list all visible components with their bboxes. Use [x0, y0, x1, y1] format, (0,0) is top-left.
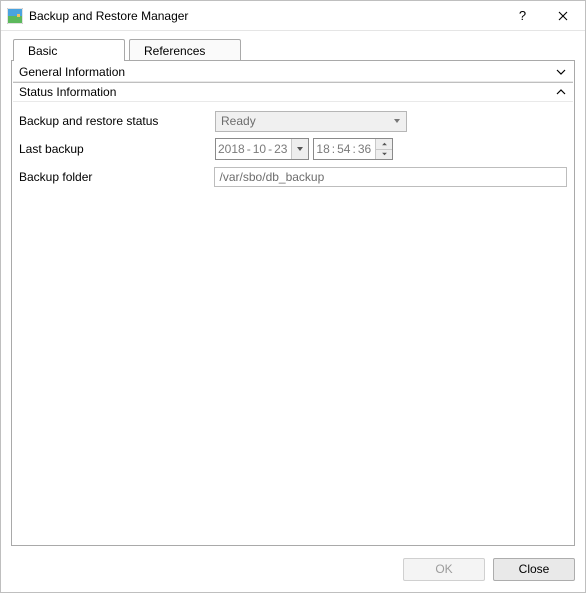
- dialog-window: Backup and Restore Manager ? Basic Refer…: [0, 0, 586, 593]
- spin-down-button[interactable]: [376, 149, 392, 160]
- window-title: Backup and Restore Manager: [29, 9, 505, 23]
- chevron-up-icon: [555, 86, 567, 98]
- close-icon: [558, 11, 568, 21]
- spin-up-button[interactable]: [376, 139, 392, 149]
- tab-basic[interactable]: Basic: [13, 39, 125, 61]
- caret-down-icon: [296, 145, 304, 153]
- time-spinner[interactable]: [375, 139, 392, 159]
- date-year: 2018: [216, 142, 247, 156]
- last-backup-date-picker[interactable]: 2018 - 10 - 23: [215, 138, 309, 160]
- date-month: 10: [251, 142, 268, 156]
- time-hour: 18: [314, 142, 331, 156]
- client-area: Basic References General Information Sta…: [1, 31, 585, 546]
- time-second: 36: [356, 142, 373, 156]
- triangle-up-icon: [381, 142, 388, 146]
- status-dropdown[interactable]: Ready: [215, 111, 407, 132]
- help-icon: ?: [519, 8, 526, 23]
- row-folder: Backup folder /var/sbo/db_backup: [19, 164, 567, 190]
- caret-down-icon: [393, 117, 401, 125]
- app-icon: [7, 8, 23, 24]
- label-last-backup: Last backup: [19, 142, 215, 156]
- row-last-backup: Last backup 2018 - 10 - 23: [19, 136, 567, 162]
- status-value: Ready: [221, 114, 256, 128]
- section-status-body: Backup and restore status Ready Last bac…: [13, 102, 573, 192]
- last-backup-time-picker[interactable]: 18 : 54 : 36: [313, 138, 393, 160]
- label-folder: Backup folder: [19, 170, 214, 184]
- date-picker-button[interactable]: [291, 139, 308, 159]
- tab-references[interactable]: References: [129, 39, 241, 61]
- chevron-down-icon: [555, 66, 567, 78]
- backup-folder-value: /var/sbo/db_backup: [220, 170, 325, 184]
- ok-button: OK: [403, 558, 485, 581]
- tab-basic-label: Basic: [28, 44, 57, 58]
- section-status-header[interactable]: Status Information: [13, 82, 573, 102]
- section-general-title: General Information: [19, 65, 125, 79]
- dropdown-button[interactable]: [388, 113, 405, 130]
- titlebar: Backup and Restore Manager ?: [1, 1, 585, 31]
- time-minute: 54: [335, 142, 352, 156]
- triangle-down-icon: [381, 152, 388, 156]
- tab-bar: Basic References: [11, 39, 575, 61]
- close-button-label: Close: [519, 562, 550, 576]
- section-status-title: Status Information: [19, 85, 116, 99]
- section-general-header[interactable]: General Information: [13, 62, 573, 82]
- dialog-footer: OK Close: [1, 546, 585, 592]
- close-button[interactable]: Close: [493, 558, 575, 581]
- help-button[interactable]: ?: [505, 1, 540, 30]
- ok-button-label: OK: [435, 562, 452, 576]
- tab-panel-basic: General Information Status Information B…: [11, 60, 575, 546]
- tab-references-label: References: [144, 44, 205, 58]
- window-close-button[interactable]: [540, 1, 585, 30]
- date-day: 23: [272, 142, 289, 156]
- label-status: Backup and restore status: [19, 114, 215, 128]
- backup-folder-field[interactable]: /var/sbo/db_backup: [214, 167, 567, 187]
- row-status: Backup and restore status Ready: [19, 108, 567, 134]
